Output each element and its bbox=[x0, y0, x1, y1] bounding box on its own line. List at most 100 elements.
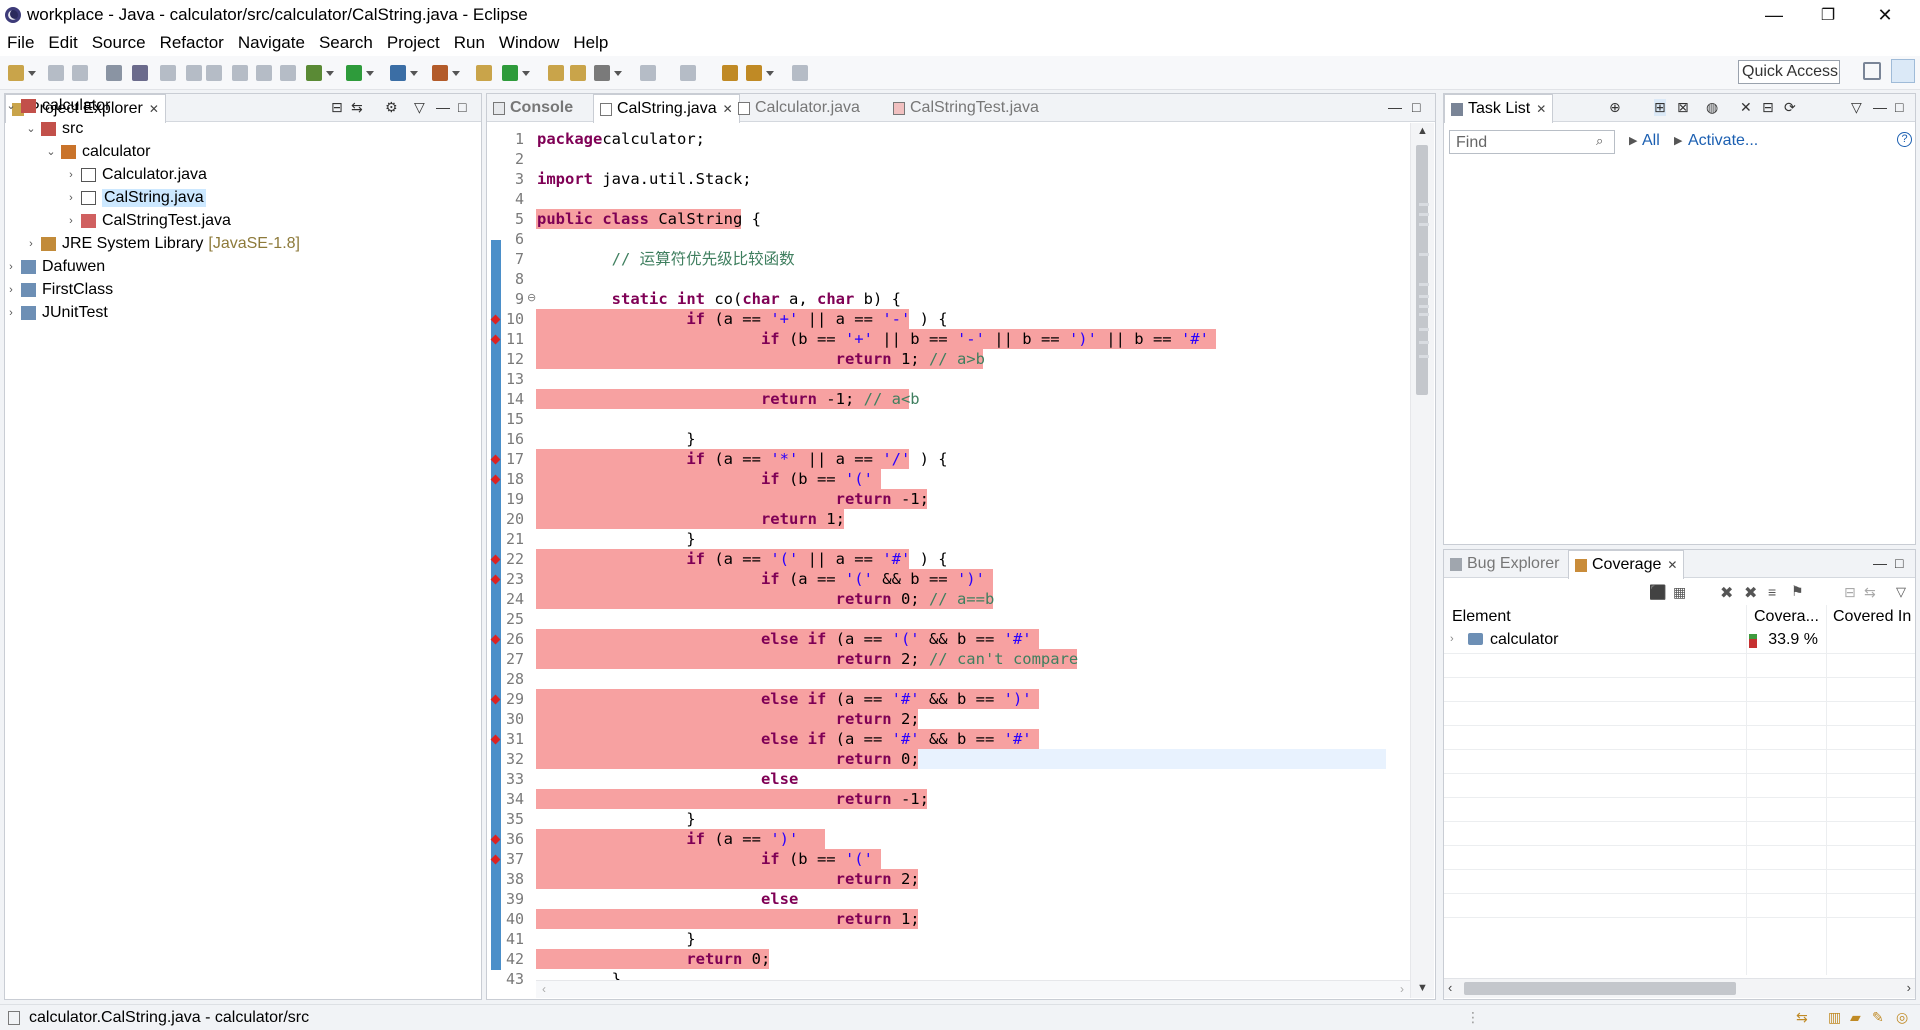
overview-marker[interactable] bbox=[1419, 253, 1429, 256]
quick-access-field[interactable]: Quick Access bbox=[1738, 60, 1840, 84]
close-tab-icon[interactable]: ✕ bbox=[1667, 558, 1677, 572]
tree-item[interactable]: ⌄ calculator bbox=[45, 140, 150, 163]
tree-item[interactable]: › Calculator.java bbox=[65, 163, 207, 186]
debug-icon[interactable] bbox=[306, 65, 322, 81]
overview-marker[interactable] bbox=[1419, 328, 1429, 331]
tree-item[interactable]: ⌄ calculator bbox=[5, 94, 110, 117]
maximize-view-icon[interactable]: □ bbox=[1895, 99, 1903, 115]
tree-item[interactable]: › CalStringTest.java bbox=[65, 209, 231, 232]
overview-marker[interactable] bbox=[1419, 213, 1429, 216]
overview-marker[interactable] bbox=[1419, 341, 1429, 344]
dropdown-arrow-icon[interactable] bbox=[326, 71, 334, 76]
relaunch-icon[interactable]: ⬛ bbox=[1649, 584, 1666, 601]
new-task-icon[interactable]: ⊕ bbox=[1609, 99, 1621, 116]
session-icon[interactable]: ⚑ bbox=[1791, 583, 1804, 600]
back-icon[interactable] bbox=[746, 65, 762, 81]
overview-marker[interactable] bbox=[1419, 295, 1429, 298]
tab-coverage[interactable]: Coverage ✕ bbox=[1568, 550, 1685, 579]
block-selection-icon[interactable] bbox=[186, 65, 202, 81]
tasks-icon[interactable]: ▥ bbox=[1828, 1009, 1841, 1026]
menu-edit[interactable]: Edit bbox=[43, 33, 86, 53]
chevron-right-icon[interactable]: › bbox=[65, 169, 77, 181]
chevron-right-icon[interactable]: › bbox=[65, 215, 77, 227]
remove-all-icon[interactable]: ✖ bbox=[1744, 583, 1757, 603]
view-menu-icon[interactable]: ▽ bbox=[414, 99, 425, 116]
tree-item[interactable]: › Dafuwen bbox=[5, 255, 105, 278]
search-icon[interactable] bbox=[594, 65, 610, 81]
tree-item[interactable]: › FirstClass bbox=[5, 278, 113, 301]
minimize-view-icon[interactable]: — bbox=[1873, 99, 1887, 115]
chevron-right-icon[interactable]: › bbox=[5, 307, 17, 319]
menu-window[interactable]: Window bbox=[494, 33, 568, 53]
help-icon[interactable]: ? bbox=[1897, 132, 1912, 147]
minimize-editor-icon[interactable]: — bbox=[1388, 99, 1402, 115]
tab-task-list[interactable]: Task List ✕ bbox=[1444, 94, 1554, 123]
menu-refactor[interactable]: Refactor bbox=[155, 33, 233, 53]
external-tools-icon[interactable] bbox=[432, 65, 448, 81]
dropdown-arrow-icon[interactable] bbox=[614, 71, 622, 76]
maximize-editor-icon[interactable]: □ bbox=[1412, 99, 1420, 115]
menu-help[interactable]: Help bbox=[568, 33, 617, 53]
horizontal-scrollbar[interactable]: ‹ › bbox=[1444, 978, 1915, 998]
mark-occurrences-icon[interactable] bbox=[160, 65, 176, 81]
column-element[interactable]: Element bbox=[1452, 608, 1511, 626]
collapse-all-icon[interactable]: ⊟ bbox=[331, 99, 343, 116]
tree-item[interactable]: › JUnitTest bbox=[5, 301, 108, 324]
activate-link[interactable]: Activate... bbox=[1688, 132, 1758, 150]
chevron-down-icon[interactable]: ⌄ bbox=[45, 145, 57, 158]
dropdown-arrow-icon[interactable] bbox=[28, 71, 36, 76]
prev-annotation-icon[interactable] bbox=[680, 65, 696, 81]
save-icon[interactable] bbox=[48, 65, 64, 81]
overview-marker[interactable] bbox=[1419, 283, 1429, 286]
maximize-button[interactable]: ❐ bbox=[1801, 0, 1855, 30]
scroll-up-icon[interactable]: ▲ bbox=[1417, 125, 1428, 137]
tab-bug-explorer[interactable]: Bug Explorer bbox=[1444, 550, 1566, 578]
tree-item[interactable]: › JRE System Library [JavaSE-1.8] bbox=[25, 232, 300, 255]
word-wrap-icon[interactable] bbox=[206, 65, 222, 81]
menu-search[interactable]: Search bbox=[314, 33, 382, 53]
menu-file[interactable]: File bbox=[2, 33, 43, 53]
scroll-left-icon[interactable]: ‹ bbox=[542, 982, 546, 996]
overview-marker[interactable] bbox=[1419, 305, 1429, 308]
view-menu-icon[interactable]: ▽ bbox=[1896, 584, 1906, 600]
new-class-icon[interactable] bbox=[502, 65, 518, 81]
dropdown-arrow-icon[interactable] bbox=[766, 71, 774, 76]
tab-calstring-java[interactable]: CalString.java ✕ bbox=[593, 94, 740, 123]
link-editor-icon[interactable]: ⇆ bbox=[351, 99, 363, 116]
folder-icon[interactable]: ▰ bbox=[1850, 1009, 1861, 1026]
fold-icon[interactable]: ⊖ bbox=[527, 291, 536, 304]
menu-navigate[interactable]: Navigate bbox=[233, 33, 314, 53]
show-icon[interactable] bbox=[256, 65, 272, 81]
column-coverage[interactable]: Covera... bbox=[1754, 608, 1819, 626]
overview-marker[interactable] bbox=[1419, 355, 1429, 358]
chevron-right-icon[interactable]: › bbox=[5, 284, 17, 296]
toggle-breadcrumb-icon[interactable] bbox=[132, 65, 148, 81]
maximize-view-icon[interactable]: □ bbox=[458, 99, 466, 115]
minimize-view-icon[interactable]: — bbox=[436, 99, 450, 115]
view-menu-icon[interactable]: ▽ bbox=[1851, 99, 1862, 116]
whitespace-icon[interactable] bbox=[232, 65, 248, 81]
tab-calstringtest-java[interactable]: CalStringTest.java bbox=[887, 94, 1045, 122]
new-icon[interactable] bbox=[8, 65, 24, 81]
collapse-icon[interactable]: ⊟ bbox=[1762, 99, 1774, 116]
dropdown-arrow-icon[interactable] bbox=[522, 71, 530, 76]
table-row[interactable]: › calculator 33.9 % bbox=[1444, 629, 1915, 653]
overview-marker[interactable] bbox=[1419, 203, 1429, 206]
chevron-right-icon[interactable]: › bbox=[1450, 633, 1454, 645]
categorized-icon[interactable]: ⊞ bbox=[1654, 99, 1666, 116]
open-type-icon[interactable] bbox=[548, 65, 564, 81]
code-editor[interactable]: 1 packagecalculator; 2 3 import java.util.St… bbox=[488, 123, 1434, 998]
overview-marker[interactable] bbox=[1419, 313, 1429, 316]
minimize-view-icon[interactable]: — bbox=[1873, 555, 1887, 571]
forward-icon[interactable] bbox=[792, 65, 808, 81]
menu-project[interactable]: Project bbox=[382, 33, 449, 53]
filter-icon[interactable]: ⚙ bbox=[385, 99, 398, 116]
horizontal-scrollbar[interactable]: ‹ › bbox=[536, 980, 1410, 998]
tab-calculator-java[interactable]: Calculator.java bbox=[732, 94, 866, 122]
task-find-input[interactable]: Find bbox=[1449, 130, 1615, 154]
link-icon[interactable]: ⇆ bbox=[1864, 584, 1876, 601]
overview-marker[interactable] bbox=[1419, 223, 1429, 226]
tree-item[interactable]: ⌄ src bbox=[25, 117, 83, 140]
scroll-down-icon[interactable]: ▼ bbox=[1417, 982, 1428, 994]
notification-icon[interactable]: ⇆ bbox=[1796, 1009, 1808, 1026]
